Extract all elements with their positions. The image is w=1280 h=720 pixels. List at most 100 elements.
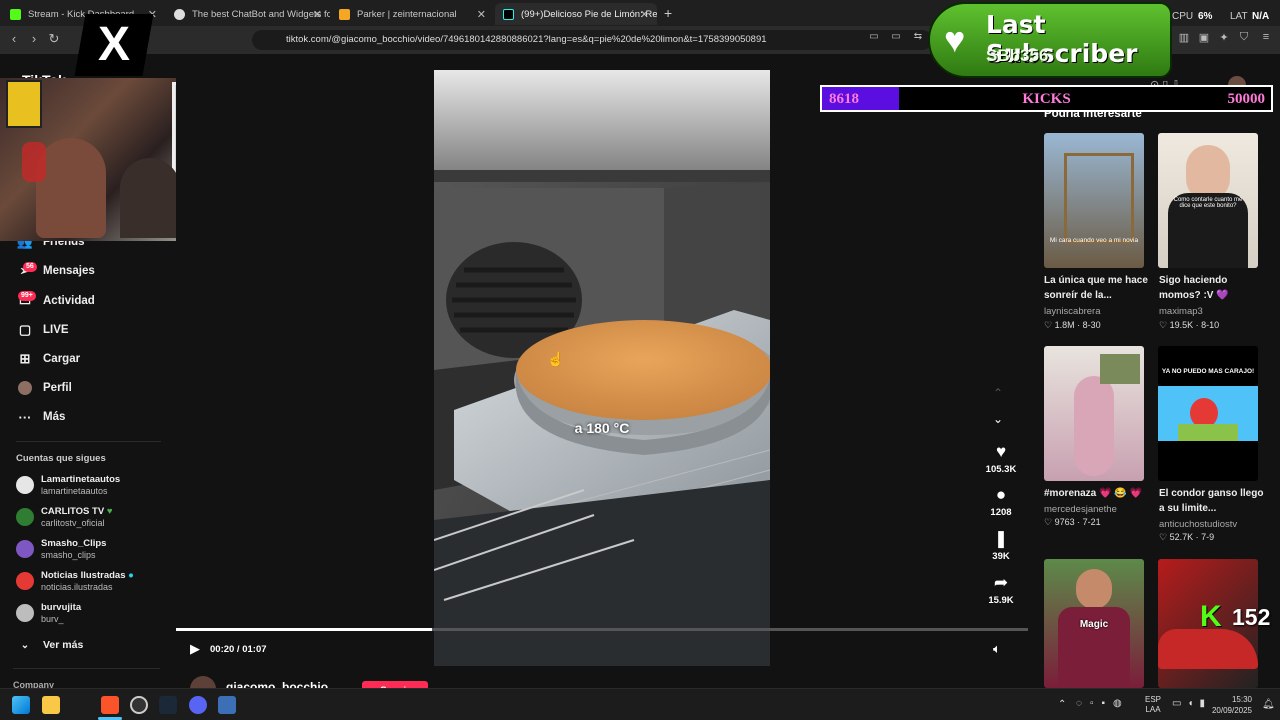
close-tab-icon[interactable]: ✕ — [640, 8, 649, 21]
bookmark-button[interactable]: ❚ 39K — [983, 529, 1019, 562]
following-name: CARLITOS TV — [41, 506, 105, 517]
tray-chevron-icon[interactable]: ⌃ — [1058, 699, 1066, 710]
thumb-face — [1076, 569, 1112, 609]
thumb-car — [1158, 629, 1258, 669]
wallet-icon[interactable]: ▣ — [1196, 31, 1212, 44]
nav-perfil[interactable]: Perfil — [16, 379, 72, 397]
close-tab-icon[interactable]: ✕ — [313, 8, 322, 21]
previous-video-icon[interactable]: ⌃ — [993, 386, 1003, 400]
rec-date: 7-21 — [1082, 517, 1101, 527]
rec-user[interactable]: mercedesjanethe — [1044, 504, 1117, 515]
rec-user[interactable]: anticuchostudiostv — [1159, 519, 1237, 530]
rec-stats: ♡ 1.8M · 8-30 — [1044, 320, 1101, 330]
like-count: 105.3K — [985, 464, 1017, 475]
following-item[interactable]: Lamartinetaautos lamartinetaautos — [16, 474, 120, 496]
kick-count: 152 — [1232, 604, 1271, 630]
tiktok-favicon-icon — [503, 8, 514, 20]
video-player[interactable]: a 180 °C ☝ — [434, 70, 770, 666]
following-item[interactable]: Smasho_Clips smasho_clips — [16, 538, 106, 560]
avatar — [16, 604, 34, 622]
following-item[interactable]: burvujita burv_ — [16, 602, 81, 624]
share-button[interactable]: ➦ 15.9K — [983, 573, 1019, 606]
heart-outline-icon: ♡ — [1159, 532, 1168, 542]
nav-mas[interactable]: ··· Más — [16, 408, 66, 426]
menu-icon[interactable]: ≡ — [1258, 31, 1274, 43]
thumb-text: YA NO PUEDO MAS CARAJO! — [1161, 368, 1255, 375]
rec-thumbnail[interactable]: YA NO PUEDO MAS CARAJO! — [1158, 346, 1258, 481]
brave-browser-icon[interactable] — [101, 696, 119, 714]
notification-bell-icon[interactable]: 🔔︎ — [1262, 699, 1275, 710]
discord-icon[interactable] — [189, 696, 207, 714]
following-name: burvujita — [41, 602, 82, 613]
rec-title[interactable]: La única que me hace sonreír de la... — [1044, 273, 1152, 303]
nav-label: LIVE — [43, 324, 69, 336]
tab-title: The best ChatBot and Widgets for Ki — [192, 8, 330, 20]
nav-label: Perfil — [43, 382, 72, 394]
streamer-face — [36, 138, 106, 238]
leo-ai-icon[interactable]: ✦ — [1216, 31, 1232, 44]
cast-icon[interactable]: ▭ — [888, 31, 904, 42]
nav-label: Mensajes — [43, 265, 95, 277]
address-bar[interactable]: tiktok.com/@giacomo_bocchio/video/749618… — [252, 30, 932, 50]
steam-icon[interactable] — [159, 696, 177, 714]
forward-icon[interactable]: › — [26, 31, 42, 46]
obs-icon[interactable] — [130, 696, 148, 714]
tab-title: Parker | zeinternacional — [357, 8, 457, 20]
profile-icon — [16, 379, 34, 397]
following-item[interactable]: CARLITOS TV ♥ carlitostv_oficial — [16, 506, 112, 528]
rec-user[interactable]: maximap3 — [1159, 306, 1203, 317]
parker-favicon-icon — [339, 8, 350, 20]
next-video-icon[interactable]: ⌄ — [993, 412, 1003, 426]
rec-user[interactable]: layniscabrera — [1044, 306, 1101, 317]
browser-tab[interactable]: Parker | zeinternacional ✕ — [331, 3, 494, 25]
verified-icon: ● — [128, 570, 134, 581]
cpu-label: CPU — [1172, 11, 1194, 22]
cpu-value: 6% — [1198, 11, 1213, 22]
thumb-text: Como contarle cuanto me dice que este bo… — [1173, 197, 1243, 209]
video-time: 00:20 / 01:07 — [210, 644, 267, 655]
app-icon[interactable] — [218, 696, 236, 714]
sidebar-toggle-icon[interactable]: ▥ — [1176, 31, 1192, 44]
following-item[interactable]: Noticias Ilustradas ● noticias.ilustradas — [16, 570, 134, 592]
browser-tab[interactable]: The best ChatBot and Widgets for Ki ✕ — [166, 3, 330, 25]
lang-layout: LAA — [1145, 705, 1161, 714]
rec-thumbnail[interactable] — [1044, 346, 1144, 481]
language-indicator[interactable]: ESP LAA — [1145, 695, 1161, 715]
windows-start-icon[interactable] — [12, 696, 30, 714]
nav-cargar[interactable]: ⊞ Cargar — [16, 350, 81, 368]
volume-icon[interactable]: 🔈︎ — [993, 641, 1001, 657]
nav-live[interactable]: ▢ LIVE — [16, 321, 69, 339]
rec-title[interactable]: Sigo haciendo momos? :V 💜 — [1159, 273, 1267, 303]
close-tab-icon[interactable]: ✕ — [477, 8, 486, 21]
vpn-icon[interactable]: ⛉ — [1236, 31, 1252, 44]
cursor-hand-icon: ☝ — [547, 351, 565, 367]
rec-title[interactable]: #morenaza 💗 😂 💗 — [1044, 486, 1152, 501]
comment-button[interactable]: ● 1208 — [983, 485, 1019, 518]
reload-icon[interactable]: ↻ — [46, 31, 62, 47]
kicks-goal: 50000 — [1227, 91, 1266, 107]
messages-badge: 56 — [23, 262, 37, 272]
video-progress-track[interactable] — [176, 628, 1028, 631]
heart-icon: ♥ — [944, 19, 966, 60]
file-explorer-icon[interactable] — [42, 696, 60, 714]
translate-icon[interactable]: ⇆ — [910, 31, 926, 42]
avatar — [16, 476, 34, 494]
back-icon[interactable]: ‹ — [6, 31, 22, 46]
thumb-scaffold — [1064, 153, 1134, 243]
tray-icons[interactable]: ◌▫▪◍ — [1076, 698, 1130, 709]
new-tab-button[interactable]: + — [664, 5, 672, 21]
more-icon: ··· — [18, 409, 32, 425]
rec-title[interactable]: El condor ganso llego a su limite... — [1159, 486, 1267, 516]
rec-thumbnail[interactable]: Como contarle cuanto me dice que este bo… — [1158, 133, 1258, 268]
browser-tab-active[interactable]: (99+)Delicioso Pie de Limón: Re ✕ — [495, 3, 657, 25]
rec-thumbnail[interactable]: Magic — [1044, 559, 1144, 688]
rec-thumbnail[interactable]: Mi cara cuando veo a mi novia — [1044, 133, 1144, 268]
clock[interactable]: 15:30 20/09/2025 — [1206, 694, 1252, 716]
see-more-button[interactable]: ⌄ Ver más — [16, 636, 84, 654]
like-button[interactable]: ♥ 105.3K — [983, 442, 1019, 475]
comment-icon: ● — [995, 485, 1007, 504]
heart-icon: ♥ — [106, 506, 113, 517]
following-handle: smasho_clips — [41, 550, 96, 560]
play-icon[interactable]: ▶ — [190, 641, 200, 657]
reader-mode-icon[interactable]: ▭ — [866, 31, 882, 42]
